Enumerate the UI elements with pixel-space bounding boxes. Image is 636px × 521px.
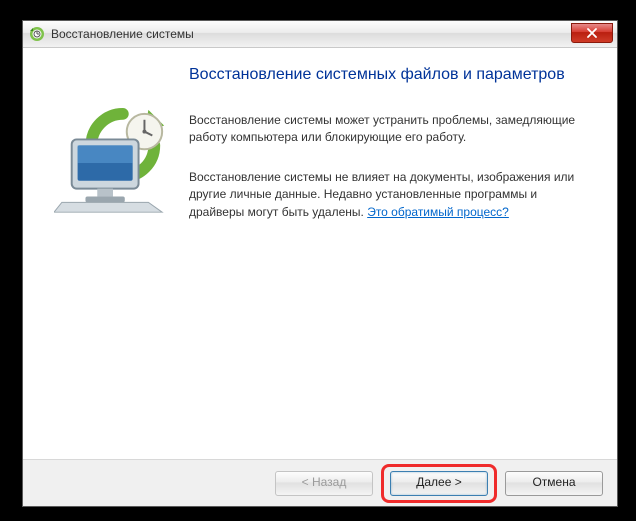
system-restore-icon <box>29 26 45 42</box>
wizard-body: Восстановление системных файлов и параме… <box>23 48 617 459</box>
close-button[interactable] <box>571 23 613 43</box>
illustration-column <box>43 66 183 449</box>
close-icon <box>587 28 597 38</box>
wizard-window: Восстановление системы <box>22 20 618 507</box>
window-title: Восстановление системы <box>51 27 194 41</box>
details-paragraph: Восстановление системы не влияет на доку… <box>189 169 589 221</box>
cancel-button[interactable]: Отмена <box>505 471 603 496</box>
page-heading: Восстановление системных файлов и параме… <box>189 66 589 84</box>
reversible-link[interactable]: Это обратимый процесс? <box>367 205 509 219</box>
next-button[interactable]: Далее > <box>390 471 488 496</box>
content-column: Восстановление системных файлов и параме… <box>183 66 589 449</box>
titlebar: Восстановление системы <box>23 21 617 48</box>
next-button-highlight: Далее > <box>381 464 497 503</box>
intro-paragraph: Восстановление системы может устранить п… <box>189 112 589 147</box>
back-button: < Назад <box>275 471 373 496</box>
restore-illustration-icon <box>54 106 172 216</box>
wizard-footer: < Назад Далее > Отмена <box>23 459 617 506</box>
